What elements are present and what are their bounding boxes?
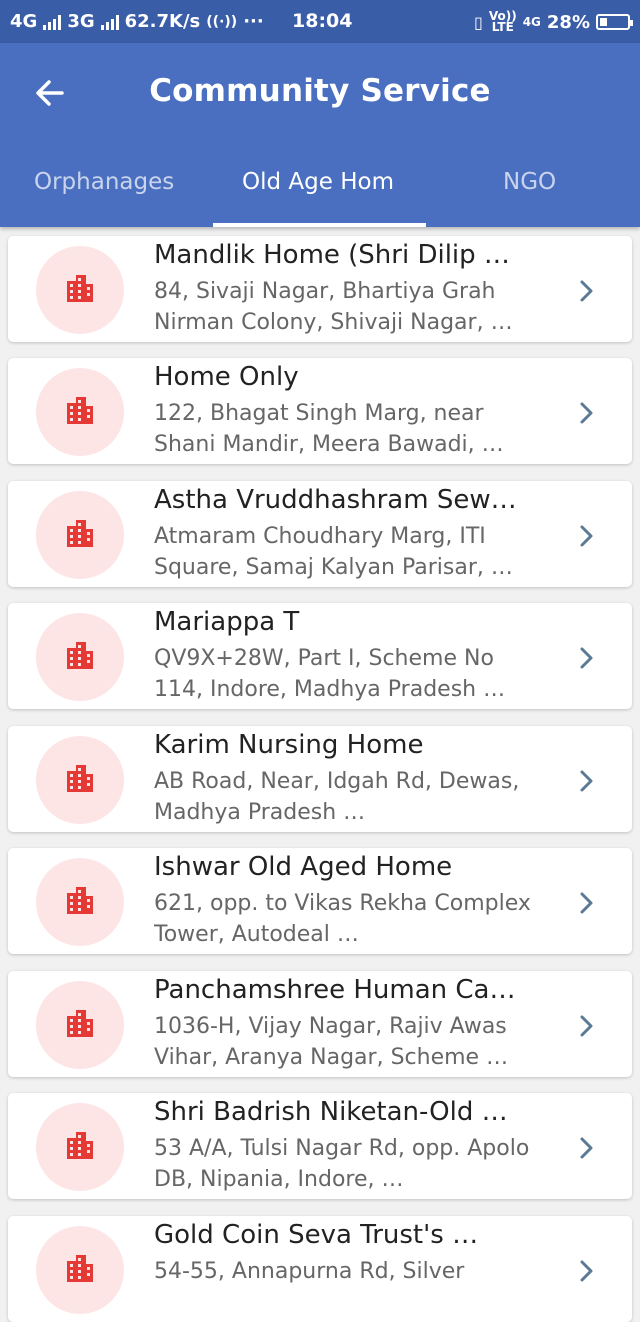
chevron-right-icon — [580, 1260, 593, 1282]
building-icon — [67, 1010, 93, 1037]
signal-icon — [43, 14, 62, 30]
chevron-right-icon — [580, 1015, 593, 1037]
avatar — [36, 1103, 124, 1191]
building-icon — [67, 1255, 93, 1282]
item-name: Astha Vruddhashram Sew… — [154, 485, 517, 515]
item-address: 1036-H, Vijay Nagar, Rajiv Awas Vihar, A… — [154, 1014, 509, 1070]
vibrate-icon: ▯ — [474, 12, 483, 32]
chevron-right-icon — [580, 1137, 593, 1159]
chevron-right-icon — [580, 525, 593, 547]
item-name: Shri Badrish Niketan-Old … — [154, 1097, 508, 1127]
building-icon — [67, 765, 93, 792]
building-icon — [67, 1132, 93, 1159]
building-icon — [67, 642, 93, 669]
avatar — [36, 368, 124, 456]
item-address: 621, opp. to Vikas Rekha Complex Tower, … — [154, 891, 531, 947]
lte-label: 4G — [522, 14, 541, 29]
list-item[interactable]: Panchamshree Human Ca… 1036-H, Vijay Nag… — [8, 971, 632, 1077]
list-item[interactable]: Karim Nursing Home AB Road, Near, Idgah … — [8, 726, 632, 832]
item-address: AB Road, Near, Idgah Rd, Dewas, Madhya P… — [154, 769, 520, 825]
chevron-right-icon — [580, 770, 593, 792]
item-name: Gold Coin Seva Trust's … — [154, 1220, 479, 1250]
item-address: 54-55, Annapurna Rd, Silver — [154, 1259, 465, 1284]
more-dots: ··· — [243, 11, 264, 32]
item-address: 84, Sivaji Nagar, Bhartiya Grah Nirman C… — [154, 279, 513, 335]
status-bar: 4G 3G 62.7K/s ((·)) ··· 18:04 ▯ Vo)) LTE… — [0, 0, 640, 43]
avatar — [36, 858, 124, 946]
item-name: Mandlik Home (Shri Dilip … — [154, 240, 510, 270]
building-icon — [67, 397, 93, 424]
list-item[interactable]: Ishwar Old Aged Home 621, opp. to Vikas … — [8, 848, 632, 954]
volte-bottom-label: LTE — [491, 20, 514, 34]
avatar — [36, 491, 124, 579]
item-name: Mariappa T — [154, 607, 300, 637]
avatar — [36, 1226, 124, 1314]
status-right: ▯ Vo)) LTE 4G 28% — [474, 10, 633, 34]
tab-ngo[interactable]: NGO — [503, 153, 573, 227]
chevron-right-icon — [580, 402, 593, 424]
battery-icon — [596, 14, 633, 30]
page-title: Community Service — [149, 73, 491, 109]
list-item[interactable]: Mariappa T QV9X+28W, Part I, Scheme No 1… — [8, 603, 632, 709]
building-icon — [67, 887, 93, 914]
status-left: 4G 3G 62.7K/s ((·)) ··· — [10, 11, 264, 32]
avatar — [36, 981, 124, 1069]
item-name: Home Only — [154, 362, 299, 392]
hotspot-icon: ((·)) — [206, 13, 238, 30]
item-address: QV9X+28W, Part I, Scheme No 114, Indore,… — [154, 646, 506, 702]
avatar — [36, 613, 124, 701]
chevron-right-icon — [580, 280, 593, 302]
tab-indicator — [213, 223, 426, 227]
app-bar: Community Service Orphanages Old Age Hom… — [0, 43, 640, 227]
chevron-right-icon — [580, 647, 593, 669]
list-item[interactable]: Astha Vruddhashram Sew… Atmaram Choudhar… — [8, 481, 632, 587]
list-item[interactable]: Shri Badrish Niketan-Old … 53 A/A, Tulsi… — [8, 1093, 632, 1199]
list-item[interactable]: Home Only 122, Bhagat Singh Marg, near S… — [8, 358, 632, 464]
list-item[interactable]: Mandlik Home (Shri Dilip … 84, Sivaji Na… — [8, 236, 632, 342]
tab-old-age-home[interactable]: Old Age Hom — [242, 153, 397, 227]
item-address: Atmaram Choudhary Marg, ITI Square, Sama… — [154, 524, 513, 580]
tab-bar: Orphanages Old Age Hom NGO — [0, 153, 640, 227]
item-address: 53 A/A, Tulsi Nagar Rd, opp. Apolo DB, N… — [154, 1136, 530, 1192]
network2-label: 3G — [67, 11, 95, 32]
signal-icon — [100, 14, 119, 30]
list-item[interactable]: Gold Coin Seva Trust's … 54-55, Annapurn… — [8, 1216, 632, 1322]
clock: 18:04 — [292, 10, 353, 32]
chevron-right-icon — [580, 892, 593, 914]
tab-orphanages[interactable]: Orphanages — [34, 153, 204, 227]
item-address: 122, Bhagat Singh Marg, near Shani Mandi… — [154, 401, 504, 457]
building-icon — [67, 520, 93, 547]
avatar — [36, 246, 124, 334]
item-name: Ishwar Old Aged Home — [154, 852, 453, 882]
battery-percent: 28% — [546, 11, 590, 33]
building-icon — [67, 275, 93, 302]
item-name: Karim Nursing Home — [154, 730, 424, 760]
item-name: Panchamshree Human Ca… — [154, 975, 516, 1005]
network1-label: 4G — [10, 11, 38, 32]
avatar — [36, 736, 124, 824]
network-speed: 62.7K/s — [124, 11, 201, 32]
volte-indicator: Vo)) LTE — [489, 10, 517, 34]
